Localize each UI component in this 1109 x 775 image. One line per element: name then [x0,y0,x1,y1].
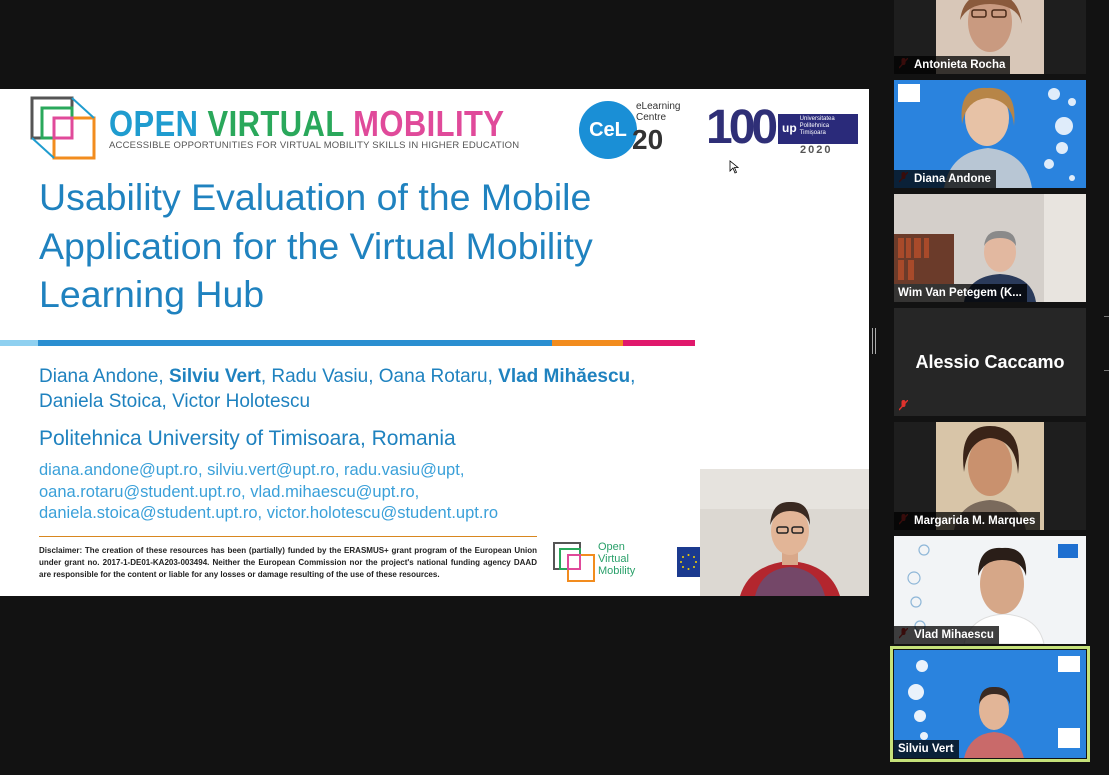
eu-flag-icon [677,547,700,577]
participant-tile[interactable]: Alessio Caccamo [894,308,1086,416]
elearning-label-line2: Centre [636,112,667,123]
color-rule-pink [623,340,695,346]
footer-logo-line: Mobility [598,565,636,577]
ovm-footer-logo [553,542,595,582]
email-line: daniela.stoica@student.upt.ro, victor.ho… [39,504,499,522]
slide-title: Usability Evaluation of the Mobile Appli… [39,176,593,315]
university-name: Politehnica University of Timisoara, Rom… [39,427,456,450]
email-line: diana.andone@upt.ro, silviu.vert@upt.ro,… [39,461,465,479]
author: Vlad Mihăescu [498,366,631,387]
footer-logo-line: Open [598,541,625,553]
presenter-video-inset [700,469,869,596]
elearning-centre-logo: CeL [579,101,637,159]
participant-name: Wim Van Petegem (K... [894,284,1027,302]
participant-tile[interactable]: Diana Andone [894,80,1086,188]
author: Daniela Stoica [39,390,162,412]
participant-tile[interactable]: Vlad Mihaescu [894,536,1086,644]
upt-university-badge: up Universitatea Politehnica Timișoara [778,114,858,144]
author: Oana Rotaru [378,366,488,387]
footer-logo-line: Virtual [598,553,629,565]
author-emails: diana.andone@upt.ro, silviu.vert@upt.ro,… [39,460,579,525]
open-virtual-mobility-logo [30,96,96,160]
elearning-year: 20 [632,124,664,155]
mouse-cursor-icon [729,160,739,174]
brand-title-mobility: MOBILITY [353,103,505,144]
color-rule-light [0,340,38,346]
upt-centenary-year: 2020 [800,144,833,156]
brand-subtitle: ACCESSIBLE OPPORTUNITIES FOR VIRTUAL MOB… [109,140,520,151]
color-rule-orange [552,340,623,346]
participant-name: Vlad Mihaescu [894,626,999,644]
panel-splitter-handle[interactable] [872,328,876,354]
participant-tile[interactable]: Wim Van Petegem (K... [894,194,1086,302]
brand-title-virtual: VIRTUAL [207,103,354,144]
elearning-label-line1: eLearning [636,101,681,112]
participant-name: Diana Andone [894,170,996,188]
participant-tile[interactable]: Antonieta Rocha [894,0,1086,74]
email-line: oana.rotaru@student.upt.ro, vlad.mihaesc… [39,482,420,501]
participant-name: Margarida M. Marques [894,512,1041,530]
authors-list: Diana Andone, Silviu Vert, Radu Vasiu, O… [39,366,636,412]
funding-disclaimer: Disclaimer: The creation of these resour… [39,546,537,579]
color-rule-blue [38,340,552,346]
upt-centenary-logo: 100 [706,101,778,154]
active-speaker-border [890,646,1090,762]
upt-badge-mark: up [782,121,797,135]
disclaimer-divider [39,536,537,537]
muted-mic-icon [899,400,908,411]
participant-name-placeholder: Alessio Caccamo [915,352,1065,372]
ovm-footer-text: Open Virtual Mobility [598,541,635,577]
author: Silviu Vert [168,366,261,387]
elearning-centre-label: eLearning Centre [636,101,680,123]
author: Victor Holotescu [172,390,311,412]
participant-tile[interactable]: Margarida M. Marques [894,422,1086,530]
gallery-edge-mark [1104,370,1109,371]
author: Radu Vasiu [271,366,369,387]
participant-name: Antonieta Rocha [894,56,1011,74]
brand-title: OPEN VIRTUAL MOBILITY [109,103,504,145]
author: Diana Andone [39,366,159,387]
upt-university-name: Universitatea Politehnica Timișoara [799,116,835,136]
gallery-edge-mark [1104,316,1109,317]
brand-title-open: OPEN [109,103,208,144]
